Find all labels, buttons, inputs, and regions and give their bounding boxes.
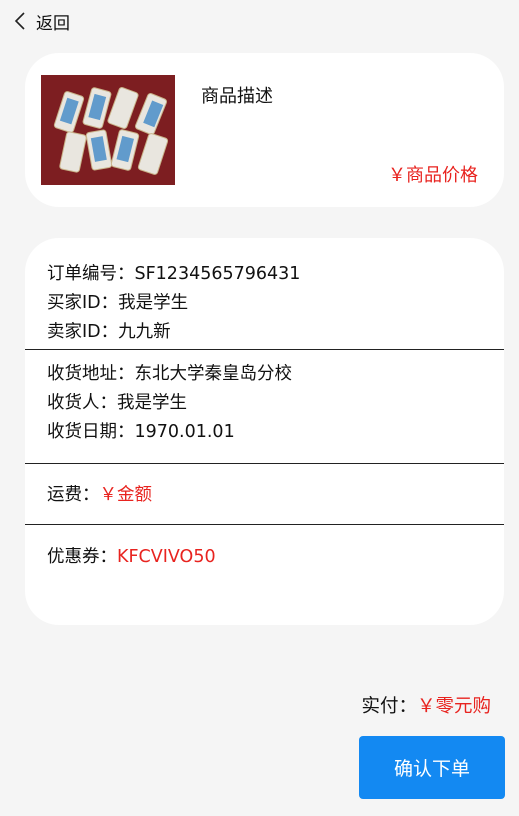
chevron-left-icon bbox=[14, 12, 25, 30]
coupon-label: 优惠券： bbox=[47, 547, 117, 567]
delivery-date-value: 1970.01.01 bbox=[134, 422, 235, 442]
product-image[interactable] bbox=[41, 75, 175, 185]
receiver-value: 我是学生 bbox=[117, 393, 187, 413]
actual-payment: 实付：￥零元购 bbox=[361, 692, 491, 718]
coupon-row[interactable]: 优惠券：KFCVIVO50 bbox=[47, 543, 216, 568]
divider bbox=[25, 524, 504, 525]
phones-photo bbox=[41, 75, 175, 185]
actual-payment-amount: ￥零元购 bbox=[416, 696, 491, 717]
confirm-order-button[interactable]: 确认下单 bbox=[359, 736, 505, 799]
receiver-row: 收货人：我是学生 bbox=[47, 389, 187, 414]
order-number-label: 订单编号： bbox=[47, 264, 135, 284]
shipping-fee-row: 运费：￥金额 bbox=[47, 481, 152, 506]
seller-label: 卖家ID： bbox=[47, 322, 119, 342]
back-label: 返回 bbox=[36, 13, 70, 34]
buyer-value: 我是学生 bbox=[118, 293, 189, 313]
buyer-row: 买家ID：我是学生 bbox=[47, 289, 188, 314]
shipping-fee-label: 运费： bbox=[47, 485, 100, 505]
product-card: 商品描述 ￥商品价格 bbox=[25, 53, 504, 207]
seller-row: 卖家ID：九九新 bbox=[47, 318, 171, 343]
back-button[interactable]: 返回 bbox=[12, 8, 70, 34]
coupon-code: KFCVIVO50 bbox=[117, 547, 216, 567]
delivery-date-label: 收货日期： bbox=[47, 422, 135, 442]
product-description: 商品描述 bbox=[201, 86, 273, 107]
actual-payment-label: 实付： bbox=[361, 696, 417, 717]
seller-value: 九九新 bbox=[118, 322, 171, 342]
receiver-label: 收货人： bbox=[47, 393, 117, 413]
order-number-row: 订单编号：SF1234565796431 bbox=[47, 260, 300, 285]
address-row: 收货地址：东北大学秦皇岛分校 bbox=[47, 360, 292, 385]
buyer-label: 买家ID： bbox=[47, 293, 119, 313]
order-number-value: SF1234565796431 bbox=[134, 264, 301, 284]
order-confirm-page: 返回 商品描述 ￥商品价格 订单编号：SF1234565796431 买家ID：… bbox=[0, 0, 519, 816]
address-value: 东北大学秦皇岛分校 bbox=[134, 364, 293, 384]
address-label: 收货地址： bbox=[47, 364, 135, 384]
product-price: ￥商品价格 bbox=[388, 165, 478, 186]
order-details-card: 订单编号：SF1234565796431 买家ID：我是学生 卖家ID：九九新 … bbox=[25, 238, 504, 625]
delivery-date-row: 收货日期：1970.01.01 bbox=[47, 418, 235, 443]
divider bbox=[25, 349, 504, 350]
divider bbox=[25, 463, 504, 464]
shipping-fee-value: ￥金额 bbox=[99, 485, 153, 505]
